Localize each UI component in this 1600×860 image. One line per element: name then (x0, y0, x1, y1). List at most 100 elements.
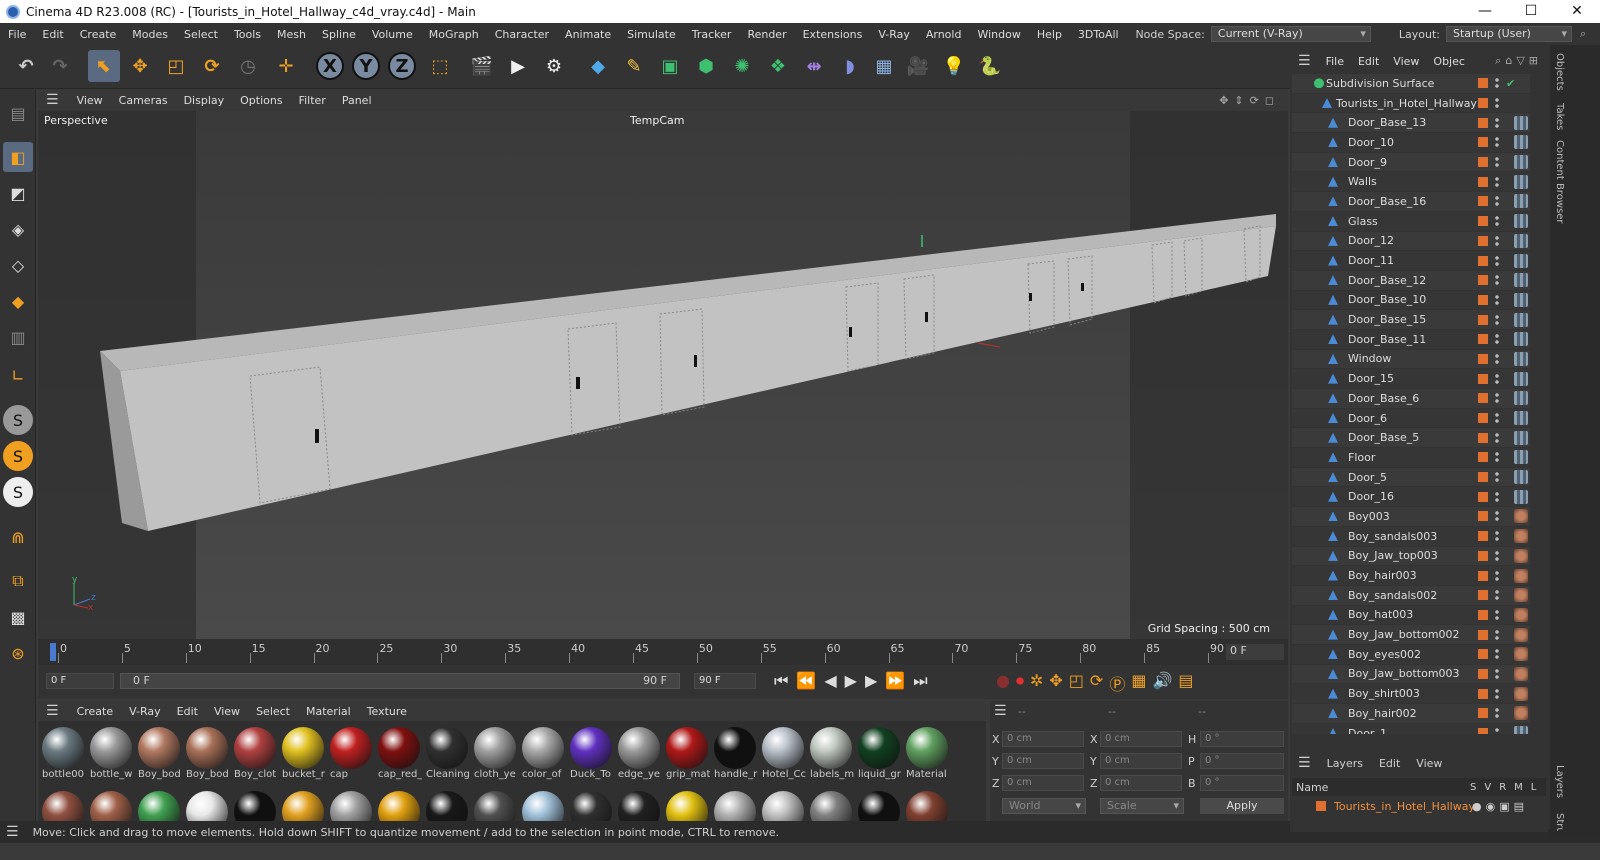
material-tag-icon[interactable] (1514, 135, 1528, 150)
material-tag-icon[interactable] (1514, 273, 1528, 288)
coord-system-dropdown[interactable]: World (1002, 798, 1086, 814)
mat-menu-view[interactable]: View (206, 705, 248, 718)
viewport-menu-view[interactable]: View (69, 94, 111, 107)
visibility-dots-icon[interactable] (1495, 451, 1499, 464)
mat-menu-material[interactable]: Material (298, 705, 359, 718)
camera-icon[interactable]: 🎥 (902, 50, 934, 82)
visibility-dots-icon[interactable] (1495, 175, 1499, 188)
layer-color-icon[interactable] (1478, 275, 1488, 286)
layers-menu-edit[interactable]: Edit (1371, 757, 1408, 770)
material-tag-icon[interactable] (1514, 194, 1528, 209)
menu-select[interactable]: Select (176, 28, 226, 41)
visibility-dots-icon[interactable] (1495, 431, 1499, 444)
material-preview[interactable] (858, 791, 900, 821)
material-tag-icon[interactable] (1514, 647, 1528, 662)
visibility-dots-icon[interactable] (1495, 687, 1499, 700)
material-preview[interactable] (474, 791, 516, 821)
layer-color-icon[interactable] (1478, 98, 1488, 109)
menu-tools[interactable]: Tools (226, 28, 269, 41)
object-name[interactable]: Door_1 (1348, 727, 1387, 734)
extrude-icon[interactable]: ⬢ (690, 50, 722, 82)
autokey-icon[interactable]: ⏺ (1016, 671, 1024, 695)
visibility-dots-icon[interactable] (1495, 234, 1499, 247)
subdivision-surface-icon[interactable]: ▣ (654, 50, 686, 82)
layer-color-icon[interactable] (1478, 629, 1488, 640)
layer-color-icon[interactable] (1478, 216, 1488, 227)
menu-spline[interactable]: Spline (314, 28, 364, 41)
field-icon[interactable]: ◗ (834, 50, 866, 82)
locked-workplane-icon[interactable]: ▩ (3, 602, 33, 632)
material-swatch[interactable]: bucket_r (280, 725, 326, 780)
layer-color-icon[interactable] (1478, 78, 1488, 89)
mat-menu-edit[interactable]: Edit (169, 705, 206, 718)
layer-color-icon[interactable] (1478, 649, 1488, 660)
material-preview[interactable] (810, 791, 852, 821)
object-row[interactable]: Door_Base_15 (1292, 310, 1530, 330)
make-editable-icon[interactable]: ▤ (3, 98, 33, 128)
material-swatch[interactable]: cap (328, 725, 374, 780)
material-swatch[interactable]: Boy_bod (136, 725, 182, 780)
obj-menu-view[interactable]: View (1386, 55, 1426, 68)
pen-spline-icon[interactable]: ✎ (618, 50, 650, 82)
obj-menu-edit[interactable]: Edit (1351, 55, 1386, 68)
mat-menu-select[interactable]: Select (248, 705, 298, 718)
material-tag-icon[interactable] (1514, 174, 1528, 189)
axis-mode-icon[interactable]: ∟ (3, 360, 33, 390)
pos-y-field[interactable]: 0 cm (1002, 753, 1084, 769)
visibility-dots-icon[interactable] (1495, 333, 1499, 346)
object-name[interactable]: Door_Base_10 (1348, 293, 1426, 306)
material-preview[interactable] (42, 791, 84, 821)
hamburger-icon[interactable]: ☰ (38, 92, 69, 108)
object-row[interactable]: Subdivision Surface ✔ (1292, 74, 1530, 94)
material-swatch[interactable]: Boy_clot (232, 725, 278, 780)
object-name[interactable]: Walls (1348, 175, 1377, 188)
layer-color-icon[interactable] (1478, 511, 1488, 522)
object-row[interactable]: Boy_hat003 (1292, 605, 1530, 626)
material-swatch[interactable]: bottle00 (40, 725, 86, 780)
layer-color-icon[interactable] (1478, 117, 1488, 128)
material-tag-icon[interactable] (1514, 607, 1528, 622)
close-button[interactable]: ✕ (1554, 0, 1600, 23)
visibility-dots-icon[interactable] (1495, 116, 1499, 129)
material-swatch[interactable]: Material (904, 725, 950, 780)
layer-color-swatch[interactable] (1316, 801, 1326, 811)
visibility-dots-icon[interactable] (1495, 195, 1499, 208)
object-name[interactable]: Door_9 (1348, 156, 1387, 169)
layer-color-icon[interactable] (1478, 531, 1488, 542)
menu-vray[interactable]: V-Ray (870, 28, 918, 41)
menu-create[interactable]: Create (72, 28, 125, 41)
viewport-nav-icons[interactable]: ✥⇕⟳◻ (1219, 94, 1280, 107)
material-tag-icon[interactable] (1514, 391, 1528, 406)
layout-dropdown[interactable]: Startup (User) (1446, 26, 1572, 42)
key-pla-icon[interactable]: ▦ (1131, 671, 1146, 695)
layer-color-icon[interactable] (1478, 176, 1488, 187)
object-row[interactable]: Door_16 (1292, 487, 1530, 508)
hamburger-icon[interactable]: ☰ (994, 703, 1007, 719)
size-x-field[interactable]: 0 cm (1100, 731, 1182, 747)
viewport-menu-options[interactable]: Options (232, 94, 290, 107)
record-icon[interactable]: ● (996, 671, 1010, 695)
visibility-dots-icon[interactable] (1495, 313, 1499, 326)
object-name[interactable]: Boy_shirt003 (1348, 687, 1420, 700)
layer-name[interactable]: Tourists_in_Hotel_Hallway (1334, 800, 1475, 813)
material-preview[interactable] (522, 791, 564, 821)
prev-key-icon[interactable]: ⏪ (796, 671, 816, 691)
object-row[interactable]: Boy_Jaw_top003 (1292, 546, 1530, 567)
visibility-dots-icon[interactable] (1495, 490, 1499, 503)
rotate-tool-icon[interactable]: ⟳ (196, 50, 228, 82)
tab-structure[interactable]: Structure (1554, 813, 1565, 831)
material-tag-icon[interactable] (1514, 509, 1528, 524)
play-icon[interactable]: ▶ (845, 671, 857, 691)
cube-object-icon[interactable]: ◆ (582, 50, 614, 82)
material-swatch[interactable]: cap_red_ (376, 725, 422, 780)
menu-character[interactable]: Character (487, 28, 557, 41)
mograph-fracture-icon[interactable]: ❖ (762, 50, 794, 82)
hamburger-icon[interactable]: ☰ (0, 824, 33, 840)
transform-tool-icon[interactable]: ✛ (270, 50, 302, 82)
material-tag-icon[interactable] (1514, 489, 1528, 504)
material-tag-icon[interactable] (1514, 371, 1528, 386)
visibility-dots-icon[interactable] (1495, 274, 1499, 287)
visibility-dots-icon[interactable] (1495, 372, 1499, 385)
object-name[interactable]: Door_6 (1348, 412, 1387, 425)
visibility-dots-icon[interactable] (1495, 628, 1499, 641)
